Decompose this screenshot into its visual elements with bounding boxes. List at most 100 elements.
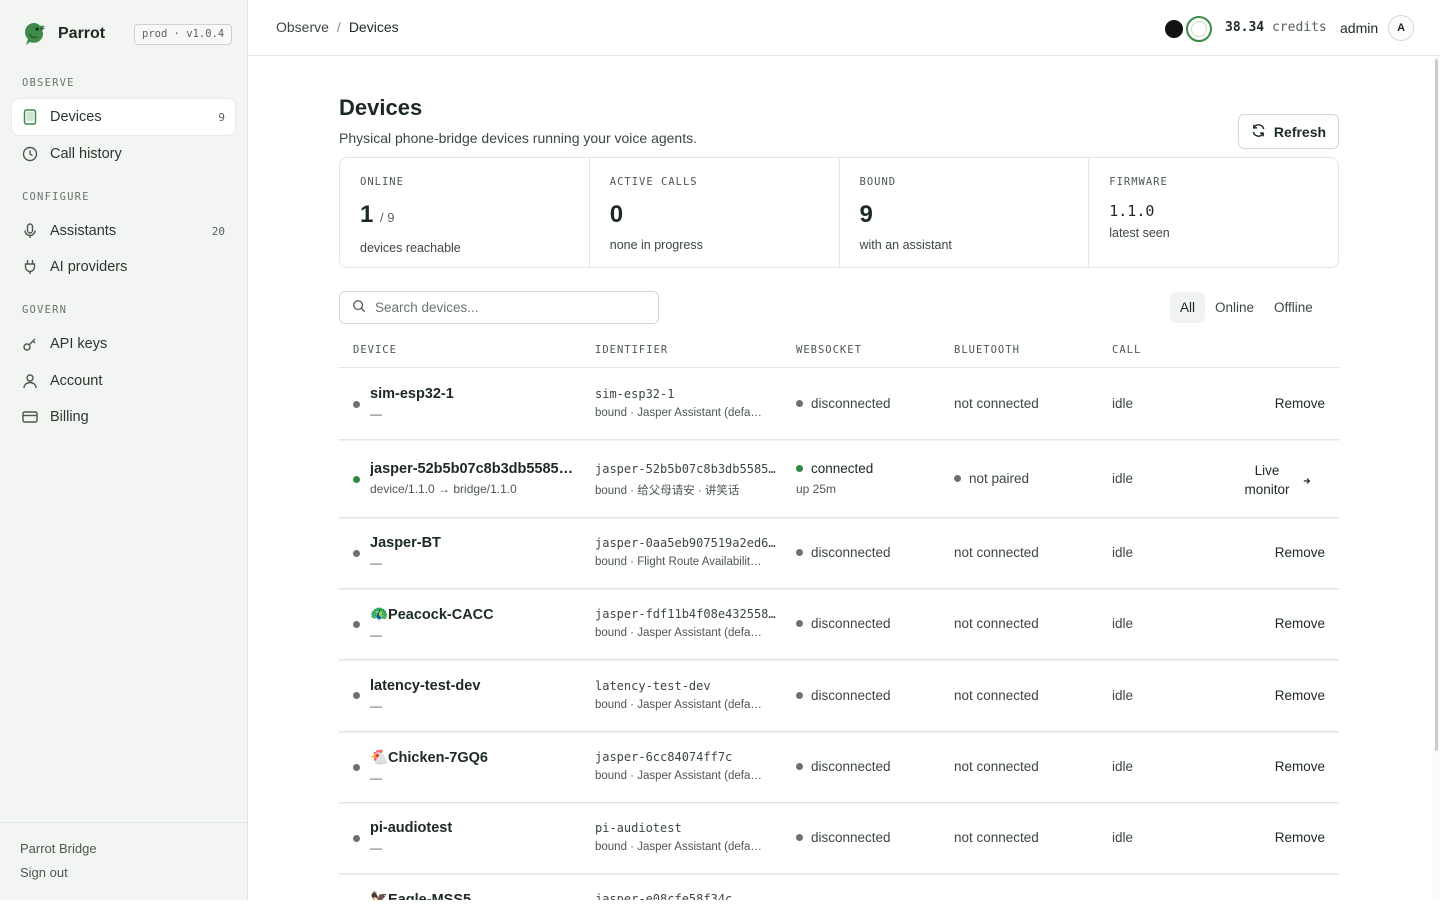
column-header-device[interactable]: DEVICE	[353, 344, 397, 356]
filter-all[interactable]: All	[1170, 292, 1206, 323]
nav-section-govern: GOVERN	[22, 304, 68, 316]
websocket-status: disconnected	[796, 688, 891, 703]
table-row[interactable]: Jasper-BT — jasper-0aa5eb907519a2ed6… bo…	[339, 518, 1339, 589]
table-row[interactable]: 🐔Chicken-7GQ6 — jasper-6cc84074ff7c boun…	[339, 732, 1339, 803]
sidebar-item-label: Devices	[50, 109, 102, 125]
device-name[interactable]: 🦚Peacock-CACC	[370, 606, 580, 623]
breadcrumb-separator: /	[336, 19, 341, 35]
status-filter: All Online Offline	[1170, 292, 1323, 323]
device-name[interactable]: 🐔Chicken-7GQ6	[370, 749, 580, 766]
credits-label: credits	[1271, 20, 1327, 35]
status-dot	[353, 476, 360, 483]
column-header-bluetooth[interactable]: BLUETOOTH	[954, 344, 1020, 356]
device-name[interactable]: latency-test-dev	[370, 678, 580, 694]
theme-toggle-icon[interactable]	[1165, 20, 1183, 38]
search-icon	[352, 299, 366, 316]
table-row[interactable]: 🦚Peacock-CACC — jasper-fdf11b4f08e432558…	[339, 589, 1339, 660]
live-monitor-button[interactable]: Live monitor	[1243, 461, 1311, 499]
product-link[interactable]: Parrot Bridge	[20, 841, 227, 856]
key-icon	[22, 336, 38, 352]
stat-firmware: FIRMWARE 1.1.0 latest seen	[1089, 158, 1338, 267]
table-row[interactable]: jasper-52b5b07c8b3db5585… device/1.1.0 →…	[339, 440, 1339, 518]
user-menu[interactable]: admin A	[1340, 15, 1415, 41]
remove-button[interactable]: Remove	[1275, 545, 1325, 560]
call-status: idle	[1112, 759, 1134, 774]
column-header-websocket[interactable]: WEBSOCKET	[796, 344, 862, 356]
bound-assistant: bound · Jasper Assistant (defa…	[595, 770, 762, 782]
identifier-cell: jasper-fdf11b4f08e432558… bound · Jasper…	[595, 607, 777, 639]
breadcrumb-observe[interactable]: Observe	[276, 19, 329, 35]
device-name[interactable]: sim-esp32-1	[370, 386, 580, 402]
identifier-cell: latency-test-dev bound · Jasper Assistan…	[595, 679, 777, 711]
stat-active-calls: ACTIVE CALLS 0 none in progress	[590, 158, 840, 267]
table-row[interactable]: 🦅Eagle-MSS5 jasper-e08cfe58f34c	[339, 874, 1339, 900]
remove-button[interactable]: Remove	[1275, 830, 1325, 845]
bluetooth-status: not connected	[954, 545, 1039, 560]
stat-value: 1 / 9	[360, 200, 569, 233]
device-name[interactable]: Jasper-BT	[370, 535, 580, 551]
connection-status[interactable]	[1165, 16, 1212, 42]
websocket-label: connected	[811, 461, 874, 476]
device-sub: —	[370, 556, 382, 570]
sidebar-item-label: Account	[50, 373, 103, 389]
search-input[interactable]	[375, 300, 646, 315]
websocket-status: disconnected	[796, 830, 891, 845]
sidebar-item-call-history[interactable]: Call history	[12, 136, 235, 172]
user-icon	[22, 373, 38, 389]
remove-button[interactable]: Remove	[1275, 616, 1325, 631]
stat-value: 9	[859, 201, 873, 228]
sign-out-link[interactable]: Sign out	[20, 865, 227, 880]
table-row[interactable]: sim-esp32-1 — sim-esp32-1 bound · Jasper…	[339, 369, 1339, 440]
sidebar-item-ai-providers[interactable]: AI providers	[12, 249, 235, 285]
parrot-logo-icon	[25, 23, 45, 45]
sidebar-item-label: Call history	[50, 146, 122, 162]
sidebar-item-label: Assistants	[50, 223, 117, 239]
sidebar-item-api-keys[interactable]: API keys	[12, 326, 235, 362]
device-cell: jasper-52b5b07c8b3db5585… device/1.1.0 →…	[370, 461, 580, 496]
device-name[interactable]: pi-audiotest	[370, 820, 580, 836]
remove-button[interactable]: Remove	[1275, 688, 1325, 703]
websocket-cell: connected up 25m	[796, 461, 873, 496]
sidebar-item-account[interactable]: Account	[12, 363, 235, 399]
column-header-call[interactable]: CALL	[1112, 344, 1141, 356]
app-name: Parrot	[58, 25, 106, 42]
device-name[interactable]: jasper-52b5b07c8b3db5585…	[370, 461, 580, 477]
table-row[interactable]: latency-test-dev — latency-test-dev boun…	[339, 660, 1339, 732]
main-content: Devices Physical phone-bridge devices ru…	[248, 57, 1433, 900]
websocket-status: disconnected	[796, 759, 891, 774]
identifier-cell: jasper-0aa5eb907519a2ed6… bound · Flight…	[595, 536, 777, 568]
device-identifier: jasper-fdf11b4f08e432558…	[595, 607, 776, 621]
remove-button[interactable]: Remove	[1275, 759, 1325, 774]
refresh-button[interactable]: Refresh	[1238, 114, 1339, 149]
main-scrollbar[interactable]	[1433, 57, 1440, 900]
table-row[interactable]: pi-audiotest — pi-audiotest bound · Jasp…	[339, 803, 1339, 874]
bound-assistant: bound · Jasper Assistant (defa…	[595, 841, 762, 853]
stat-value: 1.1.0	[1109, 202, 1155, 220]
filter-online[interactable]: Online	[1205, 292, 1264, 323]
bluetooth-status: not connected	[954, 616, 1039, 631]
device-sub: device/1.1.0 → bridge/1.1.0	[370, 482, 517, 496]
websocket-status: connected	[796, 461, 873, 476]
avatar[interactable]: A	[1388, 15, 1415, 41]
call-status: idle	[1112, 545, 1134, 560]
device-identifier: pi-audiotest	[595, 821, 682, 835]
device-identifier: jasper-6cc84074ff7c	[595, 750, 733, 764]
device-sub: —	[370, 407, 382, 421]
remove-button[interactable]: Remove	[1275, 396, 1325, 411]
filter-offline[interactable]: Offline	[1264, 292, 1323, 323]
column-header-identifier[interactable]: IDENTIFIER	[595, 344, 668, 356]
device-identifier: jasper-52b5b07c8b3db5585…	[595, 462, 776, 476]
scrollbar-thumb[interactable]	[1435, 59, 1438, 751]
sidebar-item-devices[interactable]: Devices 9	[12, 99, 235, 135]
device-cell: latency-test-dev —	[370, 678, 580, 713]
sidebar-item-billing[interactable]: Billing	[12, 399, 235, 435]
search-box[interactable]	[339, 291, 659, 324]
nav-section-observe: OBSERVE	[22, 77, 75, 89]
live-monitor-label: Live monitor	[1244, 463, 1290, 497]
sidebar-item-assistants[interactable]: Assistants 20	[12, 213, 235, 249]
device-name[interactable]: 🦅Eagle-MSS5	[370, 891, 580, 900]
brand[interactable]: Parrot	[20, 18, 105, 50]
device-sub: —	[370, 628, 382, 642]
websocket-status: disconnected	[796, 545, 891, 560]
status-dot	[353, 764, 360, 771]
